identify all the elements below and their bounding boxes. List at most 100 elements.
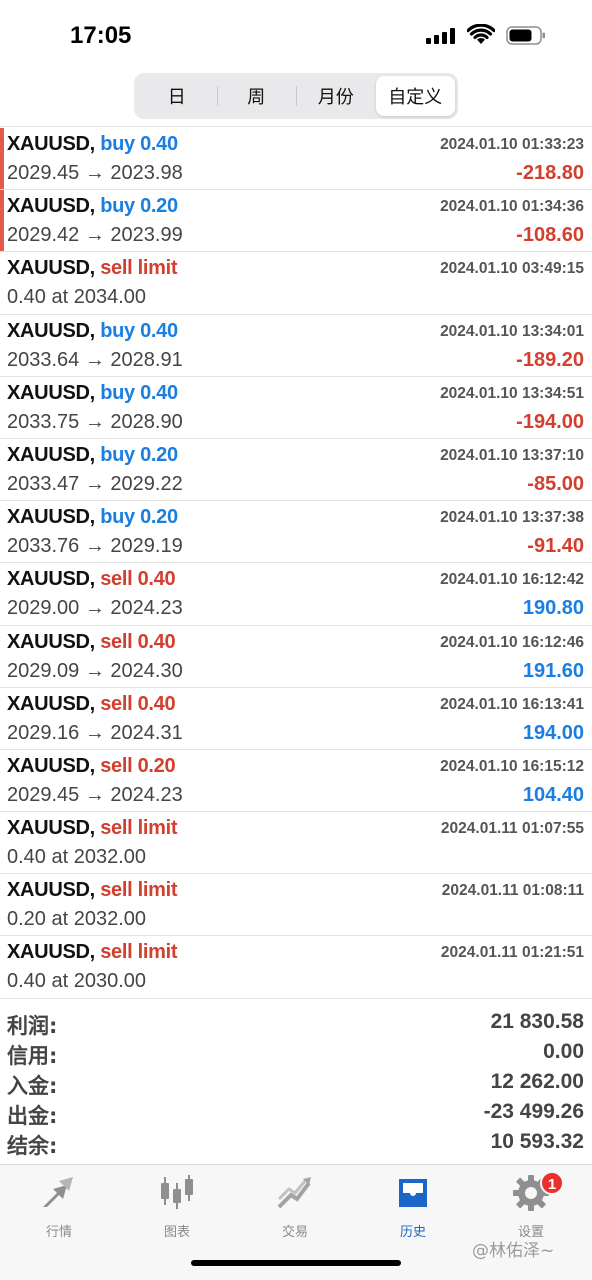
summary-value: 0.00 (543, 1040, 584, 1063)
summary-row: 出金: -23 499.26 (0, 1098, 592, 1128)
order-row[interactable]: XAUUSD, sell 0.40 2024.01.10 16:12:46 2029… (0, 626, 592, 688)
order-type: sell limit (100, 257, 178, 280)
order-price: 2033.64 → 2028.91 (7, 348, 183, 371)
order-time: 2024.01.10 13:34:01 (440, 322, 584, 340)
order-symbol-line: XAUUSD, buy 0.20 (7, 195, 178, 218)
summary-value: -23 499.26 (483, 1100, 584, 1123)
order-row[interactable]: XAUUSD, sell limit 2024.01.11 01:21:51 0.4… (0, 936, 592, 999)
order-symbol: XAUUSD, (7, 941, 95, 964)
order-row[interactable]: XAUUSD, buy 0.20 2024.01.10 13:37:38 2033.… (0, 501, 592, 564)
order-type: sell 0.20 (100, 754, 176, 777)
period-tab-month[interactable]: 月份 (296, 76, 376, 116)
order-price: 2029.09 → 2024.30 (7, 659, 183, 682)
order-symbol-line: XAUUSD, sell 0.40 (7, 631, 176, 654)
period-tab-day[interactable]: 日 (137, 76, 217, 116)
order-symbol: XAUUSD, (7, 133, 95, 155)
order-row[interactable]: XAUUSD, sell limit 2024.01.11 01:08:11 0.2… (0, 874, 592, 937)
summary-label: 信用: (7, 1044, 58, 1068)
order-type: buy 0.40 (100, 319, 178, 342)
order-profit: -91.40 (527, 535, 584, 558)
order-type: buy 0.20 (100, 443, 178, 466)
order-row[interactable]: XAUUSD, buy 0.20 2024.01.10 01:34:36 2029.… (0, 190, 592, 253)
battery-icon (506, 26, 545, 45)
order-row[interactable]: XAUUSD, buy 0.20 2024.01.10 13:37:10 2033.… (0, 439, 592, 502)
tab-label: 图表 (163, 1225, 190, 1240)
order-profit: 191.60 (522, 659, 584, 682)
tab-settings[interactable]: 1 设置 (472, 1171, 590, 1243)
tab-quotes[interactable]: 行情 (0, 1173, 118, 1243)
order-profit: 104.40 (522, 783, 584, 806)
divider (0, 126, 592, 127)
order-price: 0.40 at 2030.00 (7, 970, 147, 993)
order-price: 2029.45 → 2024.23 (7, 783, 183, 806)
order-type: buy 0.20 (100, 506, 178, 529)
home-indicator[interactable] (191, 1260, 401, 1266)
order-row[interactable]: XAUUSD, buy 0.40 2024.01.10 01:33:23 2029.… (0, 128, 592, 191)
order-time: 2024.01.11 01:07:55 (440, 820, 584, 838)
order-symbol: XAUUSD, (7, 381, 95, 404)
status-bar: 17:05 (0, 0, 592, 70)
order-profit: -218.80 (516, 162, 584, 184)
order-symbol-line: XAUUSD, buy 0.20 (7, 444, 178, 467)
order-time: 2024.01.10 01:34:36 (440, 198, 584, 216)
order-profit: -189.20 (516, 348, 584, 371)
order-row[interactable]: XAUUSD, sell limit 2024.01.10 03:49:15 0.4… (0, 252, 592, 315)
order-type: buy 0.40 (100, 381, 178, 404)
order-symbol: XAUUSD, (7, 195, 95, 218)
period-tab-custom[interactable]: 自定义 (375, 76, 455, 116)
tab-chart[interactable]: 图表 (118, 1173, 236, 1243)
order-symbol: XAUUSD, (7, 692, 95, 715)
summary-label: 利润: (7, 1014, 58, 1038)
order-time: 2024.01.10 13:37:10 (440, 446, 584, 464)
order-symbol-line: XAUUSD, buy 0.40 (7, 320, 178, 343)
order-type: sell limit (100, 817, 178, 840)
order-symbol: XAUUSD, (7, 879, 95, 902)
order-symbol-line: XAUUSD, sell 0.40 (7, 692, 176, 716)
order-price: 2029.00 → 2024.23 (7, 597, 183, 620)
order-symbol: XAUUSD, (7, 443, 95, 466)
tab-trade[interactable]: 交易 (236, 1173, 354, 1243)
order-row[interactable]: XAUUSD, buy 0.40 2024.01.10 13:34:51 2033.… (0, 377, 592, 439)
order-symbol: XAUUSD, (7, 506, 95, 529)
wifi-icon (467, 24, 495, 44)
order-time: 2024.01.10 16:12:46 (440, 633, 584, 651)
order-profit: 190.80 (522, 597, 584, 620)
tab-label: 历史 (399, 1225, 426, 1240)
history-icon (399, 1179, 427, 1207)
summary-row: 入金: 12 262.00 (0, 1068, 592, 1098)
period-tab-week[interactable]: 周 (216, 76, 297, 116)
order-price: 0.40 at 2032.00 (7, 846, 147, 869)
order-type: sell 0.40 (100, 568, 176, 591)
order-time: 2024.01.11 01:08:11 (441, 882, 584, 900)
order-row[interactable]: XAUUSD, sell 0.20 2024.01.10 16:15:12 2029… (0, 750, 592, 813)
cellular-signal-icon (426, 28, 458, 44)
order-symbol-line: XAUUSD, buy 0.40 (7, 133, 178, 156)
order-time: 2024.01.10 16:15:12 (440, 757, 584, 775)
order-price: 2033.47 → 2029.22 (7, 472, 183, 495)
tab-label: 交易 (281, 1225, 308, 1240)
order-time: 2024.01.10 13:34:51 (440, 384, 584, 402)
account-summary: 利润: 21 830.58 信用: 0.00 入金: 12 262.00 出金: -23 49… (0, 1008, 592, 1158)
order-type: buy 0.40 (100, 133, 178, 155)
summary-label: 出金: (7, 1104, 58, 1128)
order-row[interactable]: XAUUSD, sell 0.40 2024.01.10 16:13:41 2029… (0, 688, 592, 750)
order-time: 2024.01.10 16:12:42 (440, 571, 584, 589)
history-list: XAUUSD, buy 0.40 2024.01.10 01:33:23 2029.… (0, 128, 592, 999)
order-symbol-line: XAUUSD, sell 0.20 (7, 754, 176, 778)
tab-history[interactable]: 历史 (354, 1173, 472, 1243)
order-type: sell limit (100, 879, 178, 902)
order-price: 0.20 at 2032.00 (7, 908, 147, 931)
summary-row: 利润: 21 830.58 (0, 1008, 592, 1038)
summary-value: 12 262.00 (490, 1070, 584, 1093)
summary-row: 信用: 0.00 (0, 1038, 592, 1068)
order-price: 2029.42 → 2023.99 (7, 224, 183, 247)
order-profit: -85.00 (527, 472, 584, 495)
watermark: @林佑泽~ (472, 1241, 555, 1261)
order-symbol: XAUUSD, (7, 568, 95, 591)
order-row[interactable]: XAUUSD, buy 0.40 2024.01.10 13:34:01 2033.… (0, 315, 592, 377)
order-row[interactable]: XAUUSD, sell limit 2024.01.11 01:07:55 0.4… (0, 812, 592, 875)
summary-value: 21 830.58 (490, 1010, 584, 1033)
order-row[interactable]: XAUUSD, sell 0.40 2024.01.10 16:12:42 2029… (0, 563, 592, 626)
order-time: 2024.01.10 03:49:15 (440, 260, 584, 278)
tab-label: 行情 (45, 1225, 72, 1240)
